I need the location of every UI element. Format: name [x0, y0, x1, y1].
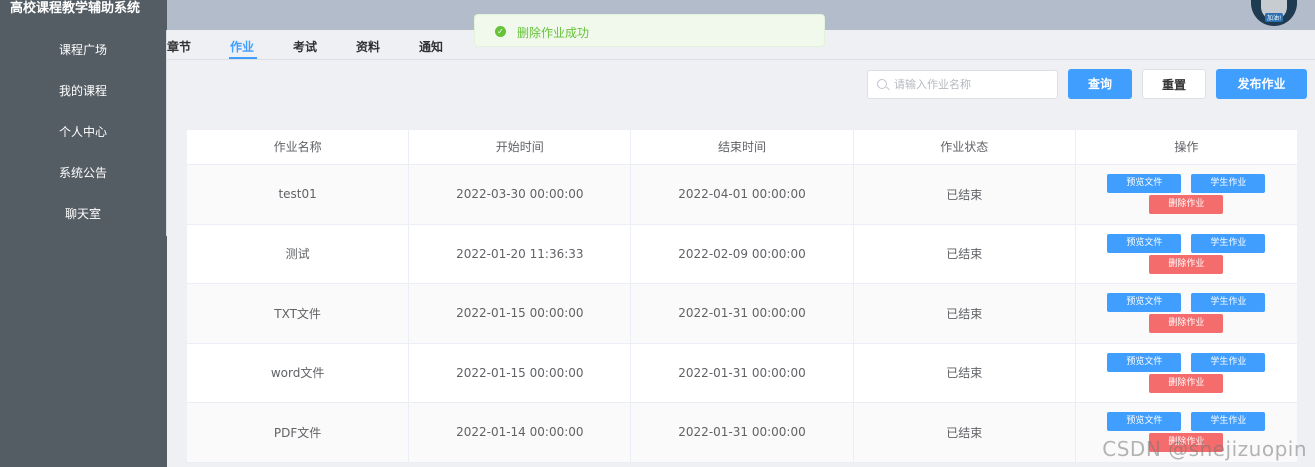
sidebar-item-personal-center[interactable]: 个人中心 [0, 112, 166, 153]
cell-start: 2022-01-15 00:00:00 [409, 343, 632, 402]
cell-end: 2022-02-09 00:00:00 [631, 224, 854, 283]
avatar[interactable]: 加油! [1251, 0, 1297, 26]
cell-actions: 预览文件 学生作业 删除作业 [1076, 344, 1297, 403]
search-input[interactable] [894, 71, 1054, 98]
active-tab-indicator [229, 57, 257, 59]
cell-start: 2022-01-20 11:36:33 [409, 224, 632, 283]
cell-status: 已结束 [854, 284, 1076, 343]
sidebar: 高校课程教学辅助系统 课程广场 我的课程 个人中心 系统公告 聊天室 [0, 0, 167, 467]
column-header-start: 开始时间 [409, 130, 632, 164]
cell-status: 已结束 [854, 224, 1076, 283]
student-homework-button[interactable]: 学生作业 [1191, 412, 1266, 432]
table-row: TXT文件 2022-01-15 00:00:00 2022-01-31 00:… [187, 284, 1297, 344]
search-box[interactable] [867, 70, 1058, 99]
tab-exams[interactable]: 考试 [293, 38, 317, 55]
column-header-actions: 操作 [1174, 140, 1199, 154]
avatar-tag: 加油! [1265, 13, 1284, 22]
column-header-name: 作业名称 [187, 130, 410, 164]
tab-materials[interactable]: 资料 [356, 38, 380, 55]
cell-start: 2022-01-15 00:00:00 [409, 284, 632, 343]
cell-end: 2022-01-31 00:00:00 [631, 284, 854, 343]
tab-chapters[interactable]: 章节 [167, 38, 191, 55]
delete-homework-button[interactable]: 删除作业 [1149, 254, 1224, 274]
publish-homework-button[interactable]: 发布作业 [1216, 69, 1307, 99]
cell-end: 2022-04-01 00:00:00 [631, 165, 854, 224]
cell-actions: 预览文件 学生作业 删除作业 [1076, 165, 1297, 224]
sidebar-header: 高校课程教学辅助系统 [0, 0, 167, 30]
tab-notices[interactable]: 通知 [419, 38, 443, 55]
toast-message: 删除作业成功 [517, 26, 590, 40]
sidebar-filler [0, 236, 167, 467]
preview-file-button[interactable]: 预览文件 [1107, 412, 1182, 432]
preview-file-button[interactable]: 预览文件 [1107, 352, 1182, 372]
cell-actions: 预览文件 学生作业 删除作业 [1076, 284, 1297, 343]
delete-homework-button[interactable]: 删除作业 [1149, 314, 1224, 334]
reset-button[interactable]: 重置 [1142, 69, 1206, 99]
cell-name: PDF文件 [187, 403, 410, 462]
delete-homework-button[interactable]: 删除作业 [1149, 373, 1224, 393]
student-homework-button[interactable]: 学生作业 [1191, 233, 1266, 253]
cell-status: 已结束 [854, 343, 1076, 402]
cell-name: word文件 [187, 343, 410, 402]
tab-homework[interactable]: 作业 [230, 38, 254, 55]
student-homework-button[interactable]: 学生作业 [1191, 293, 1266, 313]
sidebar-item-chatroom[interactable]: 聊天室 [0, 194, 166, 235]
sidebar-item-course-plaza[interactable]: 课程广场 [0, 30, 166, 71]
cell-status: 已结束 [854, 165, 1076, 224]
table-row: 测试 2022-01-20 11:36:33 2022-02-09 00:00:… [187, 224, 1297, 284]
sidebar-item-announcements[interactable]: 系统公告 [0, 153, 166, 194]
query-button[interactable]: 查询 [1068, 69, 1132, 99]
column-header-end: 结束时间 [631, 130, 854, 164]
column-header-status: 作业状态 [854, 130, 1076, 164]
search-icon [877, 79, 887, 89]
cell-name: 测试 [187, 224, 410, 283]
cell-name: TXT文件 [187, 284, 410, 343]
preview-file-button[interactable]: 预览文件 [1107, 233, 1182, 253]
cell-end: 2022-01-31 00:00:00 [631, 403, 854, 462]
cell-start: 2022-01-14 00:00:00 [409, 403, 632, 462]
homework-table: 作业名称 开始时间 结束时间 作业状态 操作 test01 2022-03-30… [187, 130, 1297, 463]
cell-name: test01 [187, 165, 410, 224]
delete-homework-button[interactable]: 删除作业 [1149, 195, 1224, 215]
check-circle-icon: ✓ [495, 26, 506, 37]
table-header: 作业名称 开始时间 结束时间 作业状态 操作 [187, 130, 1297, 165]
app-title: 高校课程教学辅助系统 [10, 1, 141, 16]
cell-status: 已结束 [854, 403, 1076, 462]
student-homework-button[interactable]: 学生作业 [1191, 352, 1266, 372]
main-content: 章节 作业 考试 资料 通知 查询 重置 发布作业 作业名称 开始时间 结束时间… [167, 30, 1315, 467]
preview-file-button[interactable]: 预览文件 [1107, 293, 1182, 313]
table-row: word文件 2022-01-15 00:00:00 2022-01-31 00… [187, 343, 1297, 403]
sidebar-menu: 课程广场 我的课程 个人中心 系统公告 聊天室 [0, 30, 167, 236]
cell-actions: 预览文件 学生作业 删除作业 [1076, 225, 1297, 284]
student-homework-button[interactable]: 学生作业 [1191, 174, 1266, 194]
table-row: test01 2022-03-30 00:00:00 2022-04-01 00… [187, 165, 1297, 225]
watermark: CSDN @shejizuopin [1102, 437, 1307, 461]
preview-file-button[interactable]: 预览文件 [1107, 174, 1182, 194]
success-toast: ✓ 删除作业成功 [474, 14, 825, 47]
sidebar-item-my-courses[interactable]: 我的课程 [0, 71, 166, 112]
cell-end: 2022-01-31 00:00:00 [631, 343, 854, 402]
cell-start: 2022-03-30 00:00:00 [409, 165, 632, 224]
